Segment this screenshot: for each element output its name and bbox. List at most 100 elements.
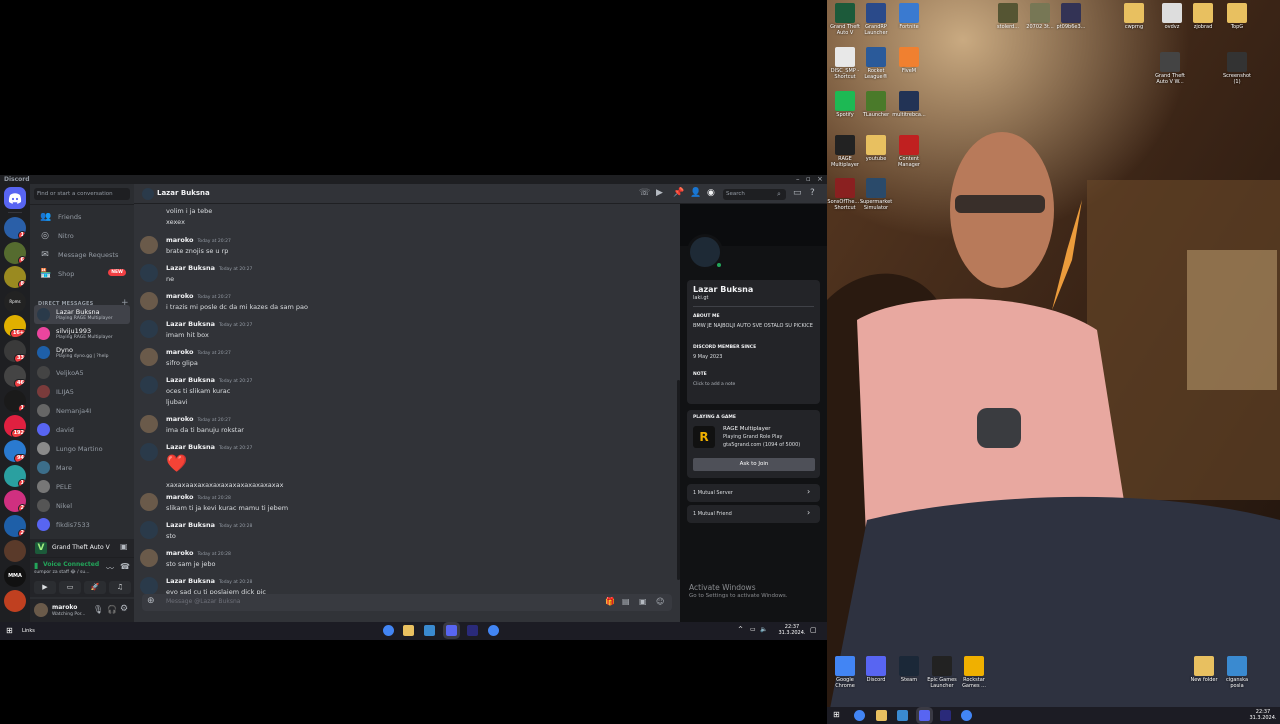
message-author[interactable]: Lazar Buksna Today at 20:28	[166, 521, 252, 529]
windows-start-icon[interactable]: ⊞	[833, 710, 840, 719]
voice-call-icon[interactable]: ☏	[639, 188, 650, 198]
chrome-icon[interactable]	[961, 710, 972, 721]
server-icon[interactable]: 6	[4, 242, 26, 264]
message-author[interactable]: maroko Today at 20:27	[166, 348, 231, 356]
help-icon[interactable]: ?	[810, 188, 815, 198]
inbox-icon[interactable]: ▭	[793, 188, 802, 198]
nav-friends[interactable]: 👥 Friends	[34, 208, 130, 225]
soundboard-button[interactable]: ♫	[109, 581, 131, 594]
desktop-shortcut[interactable]: New folder	[1186, 656, 1222, 683]
dm-item[interactable]: silviju1993 Playing RAGE Multiplayer	[34, 324, 130, 343]
chrome-icon[interactable]	[854, 710, 865, 721]
message-author[interactable]: Lazar Buksna Today at 20:28	[166, 577, 252, 585]
avatar[interactable]	[140, 320, 158, 338]
dm-item[interactable]: ILIJA5	[34, 382, 130, 401]
nav-nitro[interactable]: ◎ Nitro	[34, 227, 130, 244]
desktop-shortcut[interactable]: stolerd...	[990, 3, 1026, 30]
desktop-shortcut[interactable]: youtube	[858, 135, 894, 162]
desktop-shortcut[interactable]: GrandRP Launcher	[858, 3, 894, 36]
message-author[interactable]: Lazar Buksna Today at 20:27	[166, 376, 252, 384]
headphones-icon[interactable]: 🎧	[107, 605, 117, 614]
voice-channel[interactable]: sumpor za staff 😂 / su...	[34, 570, 90, 575]
store-icon[interactable]	[424, 625, 435, 636]
add-friends-icon[interactable]: 👤	[690, 188, 701, 198]
dm-item[interactable]: fikdis7533	[34, 515, 130, 534]
message-author[interactable]: maroko Today at 20:28	[166, 493, 231, 501]
avatar[interactable]	[140, 549, 158, 567]
message-composer[interactable]: ⊕ Message @Lazar Buksna 🎁 ▤ ▣ ☺	[142, 594, 672, 611]
find-conversation-input[interactable]: Find or start a conversation	[34, 188, 130, 200]
nav-message-requests[interactable]: ✉ Message Requests	[34, 246, 130, 263]
server-icon[interactable]: 8	[4, 266, 26, 288]
pin-icon[interactable]: 📌	[673, 188, 684, 198]
avatar[interactable]	[140, 415, 158, 433]
desktop-shortcut[interactable]: zjobrad	[1185, 3, 1221, 30]
desktop-shortcut[interactable]: Content Manager	[891, 135, 927, 168]
settings-gear-icon[interactable]: ⚙	[120, 604, 128, 614]
avatar[interactable]	[140, 236, 158, 254]
dm-item[interactable]: Lazar Buksna Playing RAGE Multiplayer	[34, 305, 130, 324]
noise-suppression-icon[interactable]: 〰	[106, 563, 114, 574]
server-icon[interactable]: Rpms	[4, 291, 26, 313]
mutual-friends-row[interactable]: 1 Mutual Friend ›	[687, 505, 820, 523]
server-icon[interactable]: 46	[4, 365, 26, 387]
desktop-shortcut[interactable]: Supermarket Simulator	[858, 178, 894, 211]
avatar[interactable]	[140, 348, 158, 366]
server-icon[interactable]: 16+	[4, 315, 26, 337]
discord-taskbar-icon[interactable]	[446, 625, 457, 636]
server-icon[interactable]	[4, 540, 26, 562]
server-icon[interactable]: 33	[4, 340, 26, 362]
app-icon[interactable]	[467, 625, 478, 636]
desktop-shortcut[interactable]: TLauncher	[858, 91, 894, 118]
dm-item[interactable]: PELE	[34, 477, 130, 496]
add-attachment-icon[interactable]: ⊕	[147, 596, 155, 606]
desktop-shortcut[interactable]: Rockstar Games ...	[956, 656, 992, 689]
avatar[interactable]	[140, 443, 158, 461]
message-author[interactable]: maroko Today at 20:27	[166, 415, 231, 423]
volume-icon[interactable]: 🔈	[760, 626, 767, 633]
server-icon[interactable]: MMA	[4, 565, 26, 587]
taskbar-clock[interactable]: 22:37 31.3.2024.	[1249, 709, 1277, 721]
server-icon[interactable]: 2	[4, 490, 26, 512]
ask-to-join-button[interactable]: Ask to Join	[693, 458, 815, 471]
tray-chevron-icon[interactable]: ^	[738, 626, 743, 633]
desktop-shortcut[interactable]: Fortnite	[891, 3, 927, 30]
desktop-shortcut[interactable]: pt09b6e3...	[1053, 3, 1089, 30]
avatar[interactable]	[140, 376, 158, 394]
taskbar-clock[interactable]: 22:37 31.3.2024.	[778, 624, 806, 636]
network-icon[interactable]: ▭	[750, 626, 756, 633]
links-toolbar[interactable]: Links	[22, 628, 35, 634]
desktop-shortcut[interactable]: ciganska posla	[1219, 656, 1255, 689]
desktop-shortcut[interactable]: TopG	[1219, 3, 1255, 30]
message-input[interactable]: Message @Lazar Buksna	[166, 598, 240, 605]
server-icon[interactable]: 1	[4, 390, 26, 412]
chat-title[interactable]: Lazar Buksna	[157, 189, 210, 197]
avatar[interactable]	[140, 292, 158, 310]
microphone-icon[interactable]: 🎙	[93, 605, 103, 614]
close-icon[interactable]: ×	[817, 175, 823, 183]
server-icon[interactable]: 1	[4, 217, 26, 239]
video-call-icon[interactable]: ▶	[656, 188, 663, 198]
voice-status[interactable]: Voice Connected	[43, 561, 99, 568]
desktop-shortcut[interactable]: Screenshot (1)	[1219, 52, 1255, 85]
dm-item[interactable]: Nemanja4I	[34, 401, 130, 420]
windows-start-icon[interactable]: ⊞	[6, 626, 13, 635]
avatar[interactable]	[140, 493, 158, 511]
file-explorer-icon[interactable]	[403, 625, 414, 636]
dm-item[interactable]: VeljkoA5	[34, 363, 130, 382]
desktop-shortcut[interactable]: Epic Games Launcher	[924, 656, 960, 689]
server-icon[interactable]: 94	[4, 440, 26, 462]
gif-icon[interactable]: ▤	[622, 597, 630, 606]
sticker-icon[interactable]: ▣	[639, 597, 647, 606]
avatar[interactable]	[140, 577, 158, 594]
home-button[interactable]	[4, 187, 26, 209]
disconnect-icon[interactable]: ☎	[120, 562, 130, 571]
dm-item[interactable]: Nikel	[34, 496, 130, 515]
maximize-icon[interactable]: ▫	[806, 175, 811, 183]
camera-button[interactable]: ▶	[34, 581, 56, 594]
emoji-icon[interactable]: ☺	[656, 597, 664, 606]
chrome-icon[interactable]	[488, 625, 499, 636]
search-input[interactable]: Search ⌕	[723, 189, 786, 200]
screen-share-button[interactable]: ▭	[59, 581, 81, 594]
game-activity-bar[interactable]: V Grand Theft Auto V ▣	[30, 539, 134, 557]
